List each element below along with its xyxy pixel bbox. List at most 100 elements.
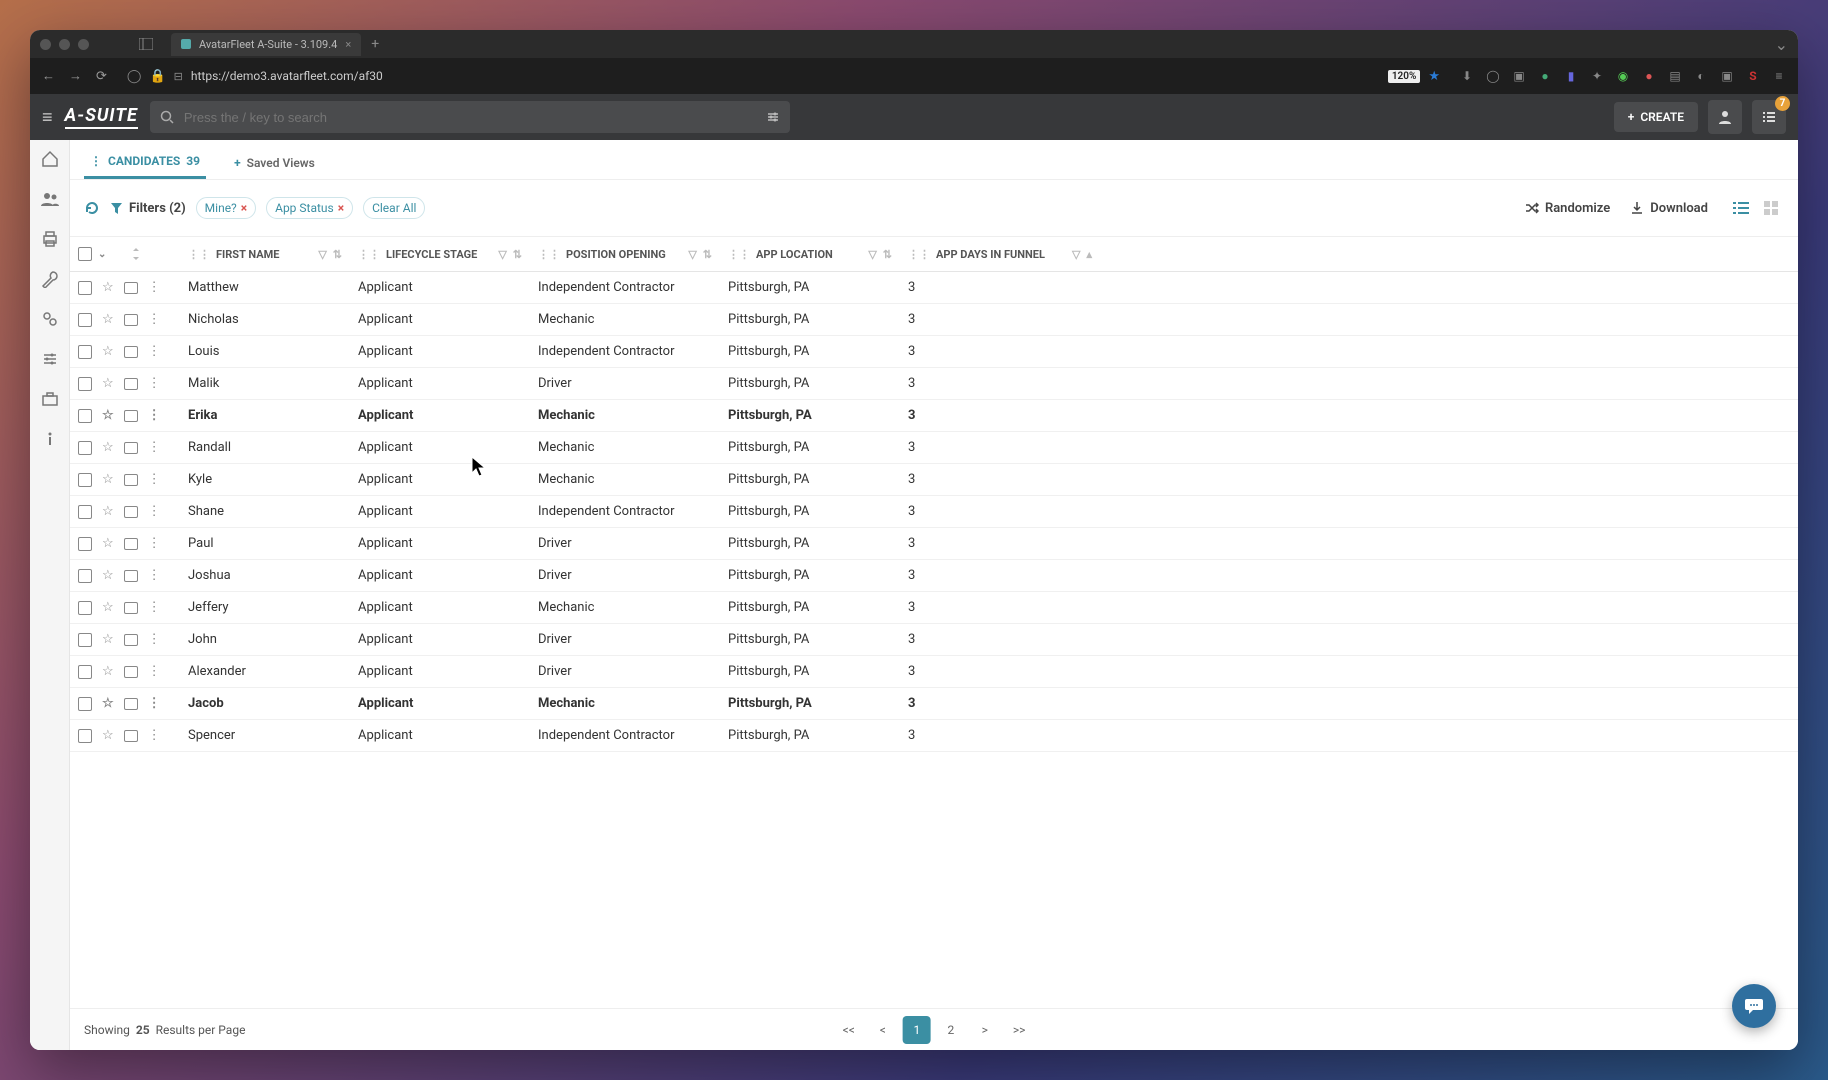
randomize-button[interactable]: Randomize (1525, 201, 1610, 216)
row-menu-icon[interactable]: ⋮ (148, 696, 161, 711)
table-wrap[interactable]: ⌄ ⋮⋮FIRST NAME▽⇅ ⋮⋮LIFECYCLE STA (70, 236, 1798, 1008)
zoom-badge[interactable]: 120% (1388, 70, 1421, 83)
row-star-icon[interactable]: ☆ (102, 568, 114, 583)
row-card-icon[interactable] (124, 666, 138, 678)
info-icon[interactable] (39, 428, 61, 450)
row-menu-icon[interactable]: ⋮ (148, 472, 161, 487)
row-star-icon[interactable]: ☆ (102, 440, 114, 455)
sort-asc-icon[interactable]: ▴ (1086, 248, 1092, 261)
extension-icon-2[interactable]: ● (1538, 69, 1552, 83)
print-icon[interactable] (39, 228, 61, 250)
tab-close-icon[interactable]: × (345, 38, 351, 51)
row-checkbox[interactable] (78, 441, 92, 455)
row-card-icon[interactable] (124, 346, 138, 358)
th-app-days[interactable]: ⋮⋮APP DAYS IN FUNNEL▽▴ (900, 237, 1100, 272)
table-row[interactable]: ☆ ⋮ Louis Applicant Independent Contract… (70, 336, 1798, 368)
page-prev-button[interactable]: < (869, 1016, 897, 1044)
wrench-icon[interactable] (39, 268, 61, 290)
create-button[interactable]: + CREATE (1614, 102, 1698, 132)
sort-icon[interactable]: ⇅ (883, 248, 892, 261)
row-menu-icon[interactable]: ⋮ (148, 600, 161, 615)
row-star-icon[interactable]: ☆ (102, 600, 114, 615)
download-button[interactable]: Download (1630, 201, 1708, 216)
extension-icon-9[interactable]: ▣ (1720, 69, 1734, 83)
row-star-icon[interactable]: ☆ (102, 632, 114, 647)
table-row[interactable]: ☆ ⋮ John Applicant Driver Pittsburgh, PA… (70, 624, 1798, 656)
row-checkbox[interactable] (78, 281, 92, 295)
table-row[interactable]: ☆ ⋮ Shane Applicant Independent Contract… (70, 496, 1798, 528)
back-button[interactable]: ← (42, 68, 55, 84)
row-star-icon[interactable]: ☆ (102, 344, 114, 359)
menu-icon[interactable]: ≡ (42, 107, 53, 128)
select-all-caret-icon[interactable]: ⌄ (98, 249, 106, 260)
row-checkbox[interactable] (78, 665, 92, 679)
table-row[interactable]: ☆ ⋮ Nicholas Applicant Mechanic Pittsbur… (70, 304, 1798, 336)
th-position-opening[interactable]: ⋮⋮POSITION OPENING▽⇅ (530, 237, 720, 272)
extension-icon-5[interactable]: ◉ (1616, 69, 1630, 83)
gears-icon[interactable] (39, 308, 61, 330)
sidebar-toggle-icon[interactable] (139, 38, 153, 50)
address-bar[interactable]: ◯ 🔒 ⊟ https://demo3.avatarfleet.com/af30… (121, 69, 1446, 84)
per-page-count[interactable]: 25 (136, 1023, 150, 1037)
filter-chip-mine[interactable]: Mine? × (196, 197, 256, 219)
minimize-window-button[interactable] (59, 39, 70, 50)
bookmark-star-icon[interactable]: ★ (1428, 69, 1440, 84)
row-card-icon[interactable] (124, 506, 138, 518)
row-star-icon[interactable]: ☆ (102, 504, 114, 519)
row-checkbox[interactable] (78, 697, 92, 711)
row-card-icon[interactable] (124, 410, 138, 422)
row-card-icon[interactable] (124, 442, 138, 454)
lock-icon[interactable]: 🔒 (149, 69, 165, 84)
page-first-button[interactable]: << (835, 1016, 863, 1044)
row-card-icon[interactable] (124, 282, 138, 294)
home-icon[interactable] (39, 148, 61, 170)
filter-icon[interactable]: ▽ (868, 248, 876, 261)
people-icon[interactable] (39, 188, 61, 210)
global-search[interactable] (150, 101, 790, 133)
window-dropdown-icon[interactable]: ⌄ (1775, 35, 1788, 54)
table-row[interactable]: ☆ ⋮ Paul Applicant Driver Pittsburgh, PA… (70, 528, 1798, 560)
row-card-icon[interactable] (124, 730, 138, 742)
filter-icon[interactable]: ▽ (498, 248, 506, 261)
sort-reset-icon[interactable] (130, 247, 142, 261)
row-checkbox[interactable] (78, 345, 92, 359)
refresh-icon[interactable] (84, 200, 100, 216)
extension-icon-7[interactable]: ▤ (1668, 69, 1682, 83)
row-checkbox[interactable] (78, 505, 92, 519)
row-star-icon[interactable]: ☆ (102, 312, 114, 327)
row-checkbox[interactable] (78, 377, 92, 391)
tab-candidates[interactable]: ⋮ CANDIDATES 39 (84, 146, 206, 179)
maximize-window-button[interactable] (78, 39, 89, 50)
table-row[interactable]: ☆ ⋮ Kyle Applicant Mechanic Pittsburgh, … (70, 464, 1798, 496)
browser-tab-active[interactable]: AvatarFleet A-Suite - 3.109.4 × (171, 33, 361, 56)
row-card-icon[interactable] (124, 314, 138, 326)
row-card-icon[interactable] (124, 378, 138, 390)
row-menu-icon[interactable]: ⋮ (148, 376, 161, 391)
row-menu-icon[interactable]: ⋮ (148, 568, 161, 583)
grid-view-button[interactable] (1758, 196, 1784, 220)
row-card-icon[interactable] (124, 602, 138, 614)
saved-views-button[interactable]: + Saved Views (234, 156, 315, 170)
download-icon[interactable]: ⬇ (1460, 69, 1474, 83)
row-star-icon[interactable]: ☆ (102, 408, 114, 423)
filter-chip-appstatus[interactable]: App Status × (266, 197, 353, 219)
row-menu-icon[interactable]: ⋮ (148, 344, 161, 359)
extension-icon-6[interactable]: ● (1642, 69, 1656, 83)
reload-button[interactable]: ⟳ (96, 69, 107, 84)
row-star-icon[interactable]: ☆ (102, 728, 114, 743)
filter-icon[interactable]: ▽ (318, 248, 326, 261)
extension-icon-4[interactable]: ✦ (1590, 69, 1604, 83)
forward-button[interactable]: → (69, 68, 82, 84)
row-menu-icon[interactable]: ⋮ (148, 312, 161, 327)
user-menu-button[interactable] (1708, 100, 1742, 134)
grip-icon[interactable]: ⋮⋮ (728, 248, 750, 261)
row-star-icon[interactable]: ☆ (102, 696, 114, 711)
row-menu-icon[interactable]: ⋮ (148, 408, 161, 423)
account-icon[interactable]: ◯ (1486, 69, 1500, 83)
chip-remove-icon[interactable]: × (241, 201, 247, 215)
table-row[interactable]: ☆ ⋮ Matthew Applicant Independent Contra… (70, 272, 1798, 304)
grip-icon[interactable]: ⋮⋮ (358, 248, 380, 261)
sort-icon[interactable]: ⇅ (703, 248, 712, 261)
row-menu-icon[interactable]: ⋮ (148, 504, 161, 519)
row-menu-icon[interactable]: ⋮ (148, 280, 161, 295)
